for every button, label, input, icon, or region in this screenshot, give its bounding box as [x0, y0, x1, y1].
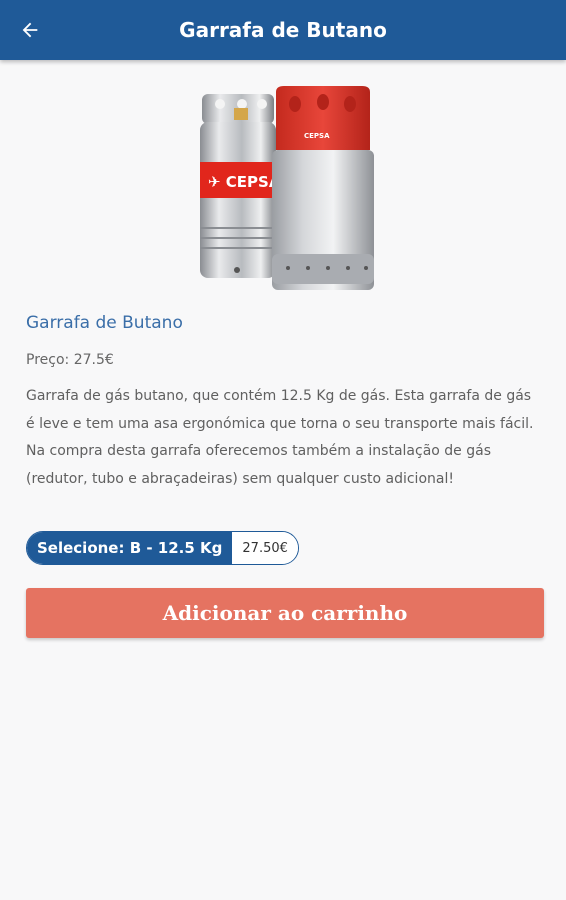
arrow-left-icon [22, 22, 38, 38]
product-name: Garrafa de Butano [26, 313, 183, 333]
product-description: Garrafa de gás butano, que contém 12.5 K… [26, 388, 534, 487]
svg-text:✈ CEPSA: ✈ CEPSA [208, 173, 281, 191]
back-button[interactable] [14, 14, 46, 46]
product-image: ✈ CEPSA CEPSA [200, 86, 374, 290]
variant-label: Selecione: B - 12.5 Kg [27, 532, 233, 564]
variant-price: 27.50€ [232, 532, 298, 564]
page-title: Garrafa de Butano [179, 18, 387, 42]
app-bar: Garrafa de Butano [0, 0, 566, 60]
add-to-cart-button[interactable]: Adicionar ao carrinho [26, 588, 544, 638]
product-price: Preço: 27.5€ [26, 352, 114, 368]
variant-selector[interactable]: Selecione: B - 12.5 Kg 27.50€ [26, 531, 299, 565]
svg-text:CEPSA: CEPSA [304, 132, 330, 140]
